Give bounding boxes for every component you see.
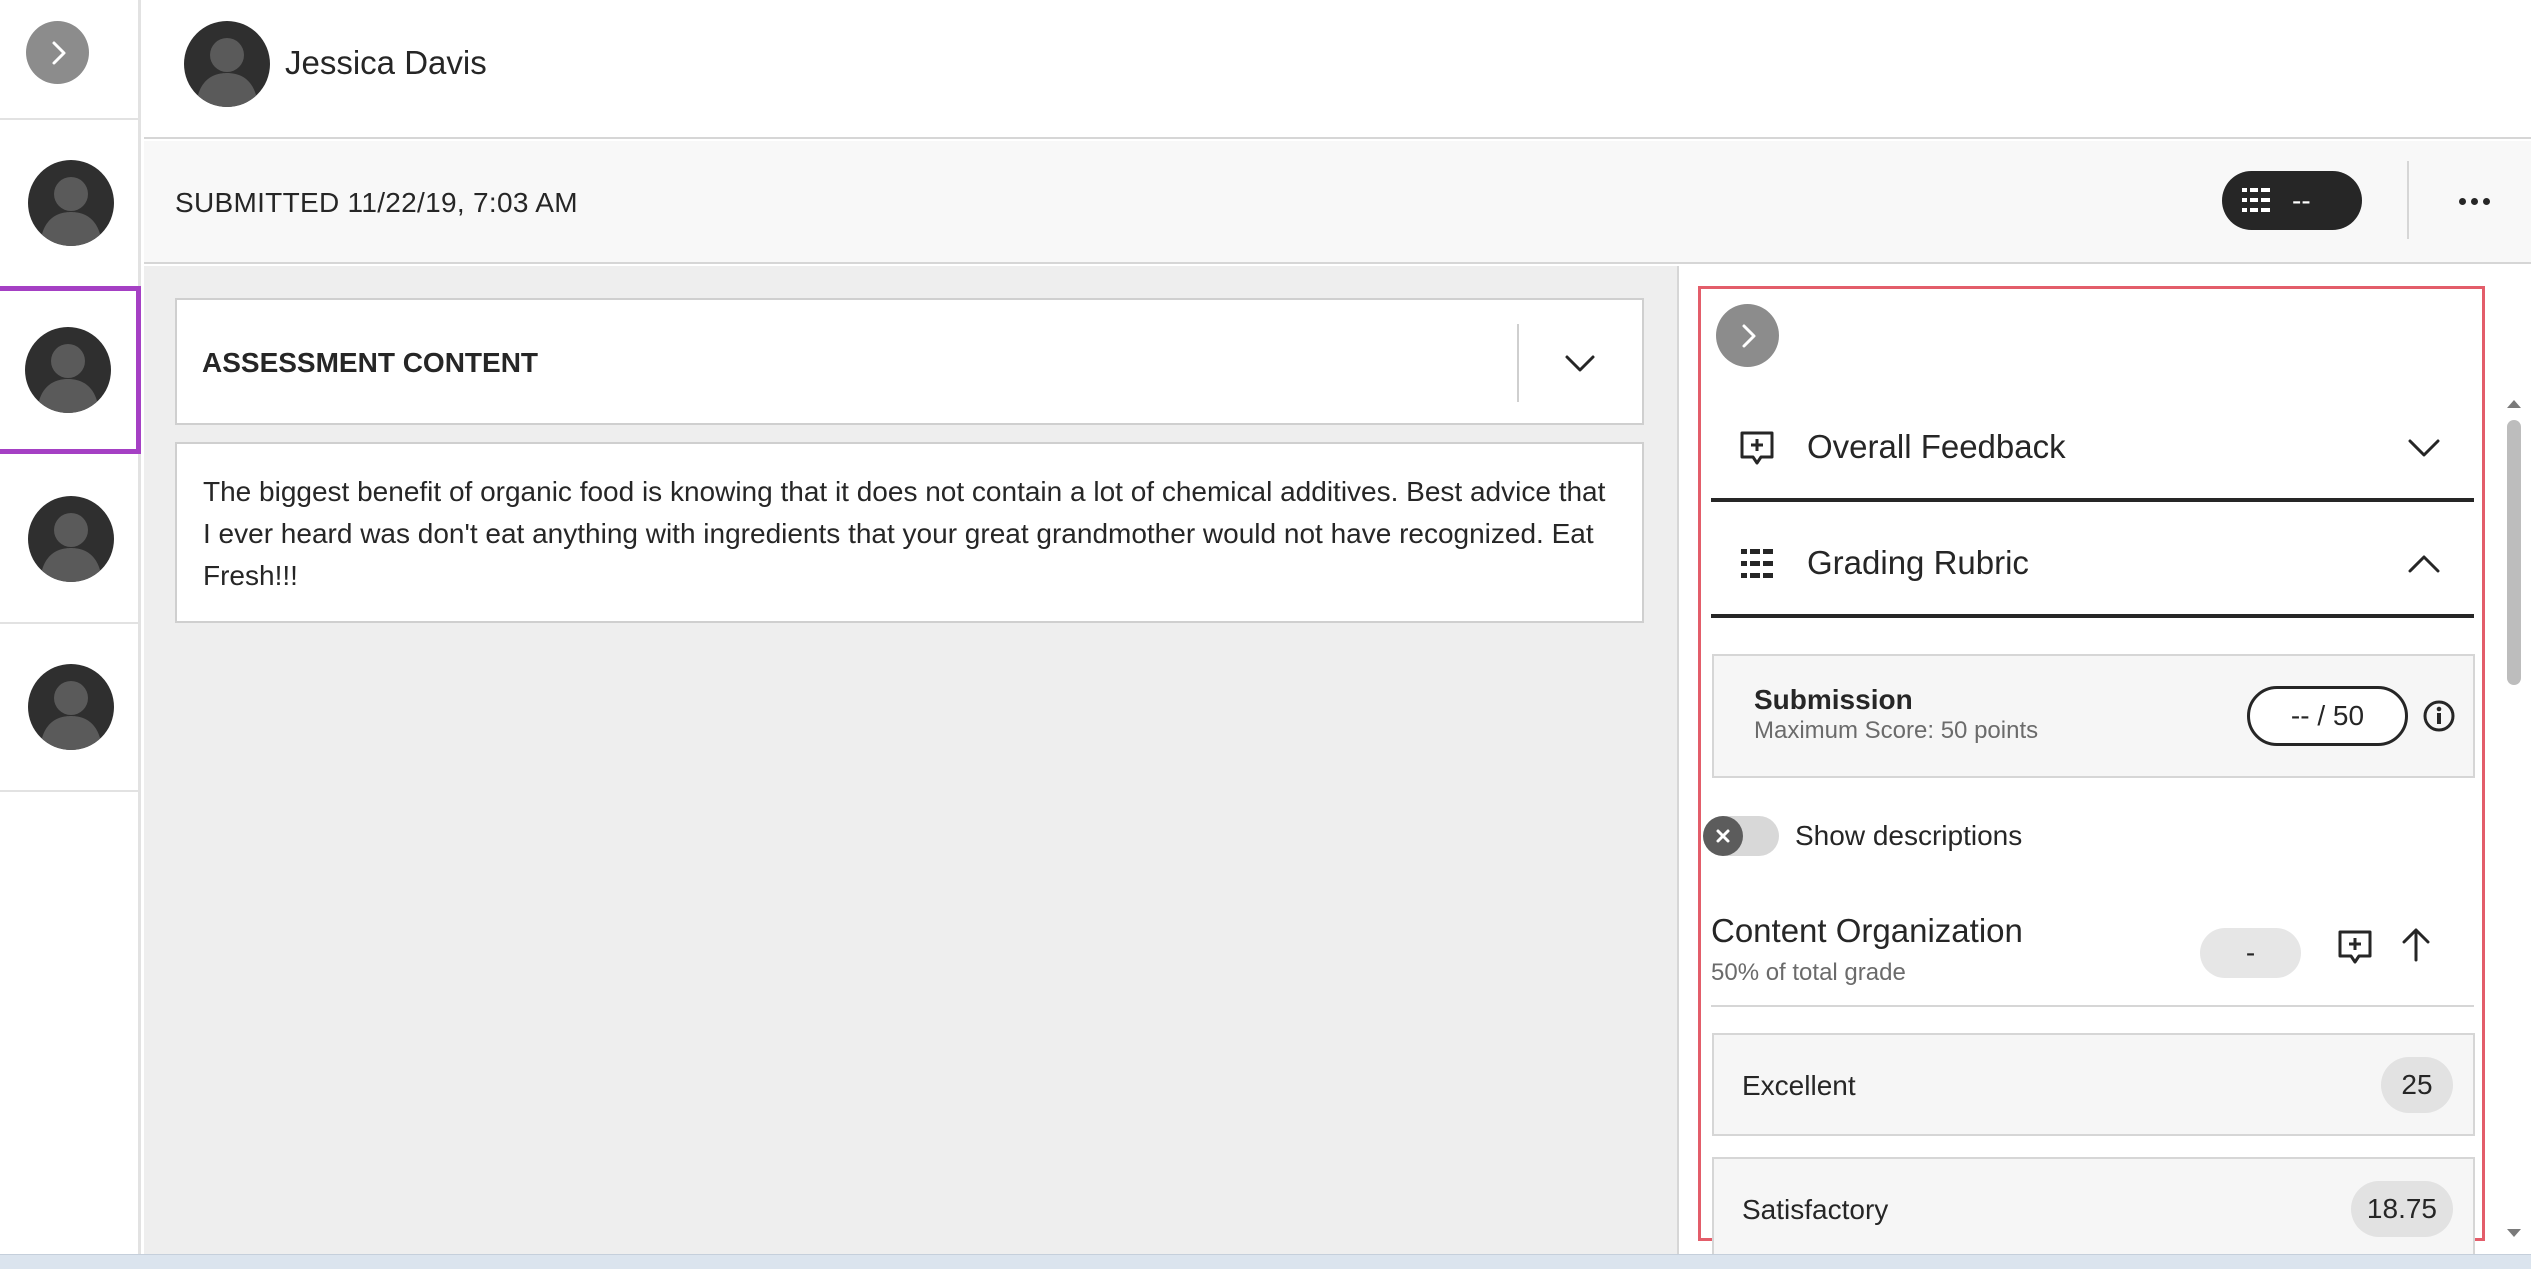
avatar <box>184 21 270 107</box>
assessment-content-header: ASSESSMENT CONTENT <box>175 298 1644 425</box>
student-name: Jessica Davis <box>285 44 487 81</box>
student-list-item[interactable] <box>0 120 141 288</box>
submitted-date: SUBMITTED 11/22/19, 7:03 AM <box>175 187 578 218</box>
grading-panel: Overall Feedback Grading Rubric Submissi… <box>1677 266 2531 1260</box>
max-score-text: Maximum Score: 50 points <box>1754 717 2039 744</box>
student-list-item[interactable] <box>0 456 141 624</box>
avatar <box>27 664 114 750</box>
chevron-down-icon <box>2408 439 2440 457</box>
grading-rubric-label: Grading Rubric <box>1807 544 2029 581</box>
rubric-level-row[interactable]: Satisfactory 18.75 <box>1712 1157 2475 1260</box>
student-header: Jessica Davis <box>144 0 2531 139</box>
overall-feedback-section[interactable]: Overall Feedback <box>1711 390 2474 502</box>
toggle-off-knob <box>1703 816 1743 856</box>
info-icon[interactable] <box>2422 699 2456 733</box>
scroll-up-arrow-icon[interactable] <box>2503 396 2525 412</box>
more-dot <box>2482 197 2490 205</box>
chevron-up-icon <box>2408 555 2440 573</box>
show-descriptions-label: Show descriptions <box>1795 820 2023 851</box>
collapse-content-button[interactable] <box>1555 338 1605 388</box>
submission-title: Submission <box>1754 684 1913 715</box>
submission-score-card: Submission Maximum Score: 50 points -- /… <box>1712 654 2475 778</box>
assessment-main: ASSESSMENT CONTENT The biggest benefit o… <box>144 266 1677 1254</box>
level-points: 18.75 <box>2350 1181 2453 1237</box>
student-sidebar <box>0 0 141 1254</box>
panel-scrollbar[interactable] <box>2503 396 2525 1241</box>
add-feedback-icon[interactable] <box>2337 929 2373 965</box>
divider <box>2407 161 2409 239</box>
chevron-right-icon <box>1742 324 1755 347</box>
scroll-down-arrow-icon[interactable] <box>2503 1225 2525 1241</box>
criterion-score[interactable]: - <box>2200 928 2301 978</box>
level-points: 25 <box>2381 1057 2453 1113</box>
level-label: Satisfactory <box>1742 1194 1889 1225</box>
grade-pill-button[interactable]: -- <box>2222 171 2362 230</box>
feedback-plus-icon <box>1740 431 1774 465</box>
avatar <box>27 496 114 582</box>
divider <box>1517 324 1519 402</box>
more-options-button[interactable] <box>2444 176 2504 226</box>
level-label: Excellent <box>1742 1070 1856 1101</box>
divider <box>1711 1005 2474 1007</box>
avatar <box>25 327 111 413</box>
assessment-content-title: ASSESSMENT CONTENT <box>202 347 539 378</box>
taskbar-edge <box>0 1254 2531 1269</box>
rubric-level-row[interactable]: Excellent 25 <box>1712 1033 2475 1136</box>
chevron-down-icon <box>1565 355 1595 372</box>
chevron-right-icon <box>52 41 65 64</box>
avatar <box>27 160 114 246</box>
student-list-item-selected[interactable] <box>0 286 141 454</box>
overall-feedback-label: Overall Feedback <box>1807 428 2066 465</box>
submission-bar: SUBMITTED 11/22/19, 7:03 AM -- <box>144 141 2531 264</box>
more-dot <box>2458 197 2466 205</box>
submission-score-input[interactable]: -- / 50 <box>2247 686 2408 746</box>
more-dot <box>2470 197 2478 205</box>
criterion-weight: 50% of total grade <box>1711 959 1906 986</box>
scroll-thumb[interactable] <box>2507 420 2521 685</box>
rubric-icon <box>2242 187 2270 212</box>
grading-rubric-section[interactable]: Grading Rubric <box>1711 506 2474 618</box>
assessment-content-body: The biggest benefit of organic food is k… <box>175 442 1644 623</box>
close-icon <box>1716 829 1730 843</box>
expand-sidebar-button[interactable] <box>26 21 89 84</box>
student-list-item[interactable] <box>0 624 141 792</box>
grade-value: -- <box>2292 184 2311 216</box>
rubric-icon <box>1741 549 1773 578</box>
show-descriptions-toggle[interactable] <box>1703 816 1779 856</box>
arrow-up-icon[interactable] <box>2396 924 2436 964</box>
collapse-panel-button[interactable] <box>1716 304 1779 367</box>
criterion-title: Content Organization <box>1711 912 2023 949</box>
